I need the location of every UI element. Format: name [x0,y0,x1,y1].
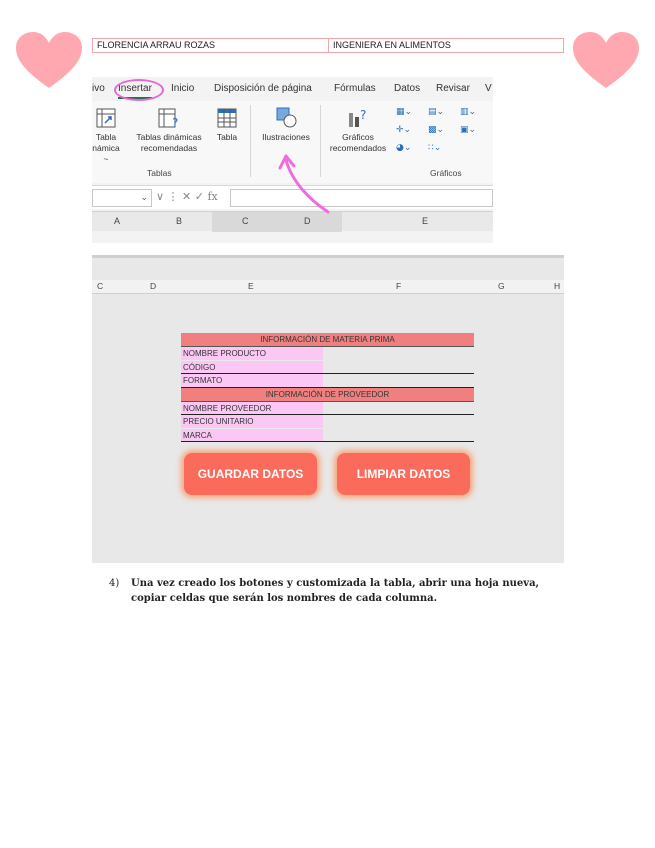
save-data-button[interactable]: GUARDAR DATOS [184,453,317,495]
row-label: CÓDIGO [181,360,323,373]
column-header[interactable]: C [97,281,103,291]
table-button[interactable]: Tabla [212,107,242,143]
column-header[interactable]: C [242,216,249,226]
row-label: MARCA [181,428,323,441]
row-value-cell[interactable] [323,415,474,428]
column-header[interactable]: E [422,216,428,226]
row-value-cell[interactable] [323,347,474,360]
column-header[interactable]: H [554,281,560,291]
tab-archivo[interactable]: ivo [92,83,105,94]
table-row: MARCA [181,428,474,442]
svg-text:?: ? [172,116,178,129]
column-header[interactable]: D [150,281,156,291]
group-separator [250,105,251,177]
svg-text:?: ? [360,108,366,122]
recommended-pivot-label-1: Tablas dinámicas [136,132,202,142]
row-label: FORMATO [181,374,323,387]
table-row: NOMBRE PROVEEDOR [181,401,474,415]
row-value-cell[interactable] [323,374,474,387]
illustrations-icon [276,107,297,128]
pivot-table-label-1: Tabla [95,132,117,142]
waterfall-chart-icon[interactable]: ▥⌄ [460,107,476,117]
section-header-proveedor: INFORMACIÓN DE PROVEEDOR [181,387,474,402]
line-chart-icon[interactable]: ✛⌄ [396,125,411,135]
excel-sheet-screenshot: C D E F G H INFORMACIÓN DE MATERIA PRIMA… [92,255,564,563]
highlight-circle [114,79,164,101]
column-header[interactable]: F [396,281,401,291]
illustrations-button[interactable]: Ilustraciones [256,107,316,143]
pivot-table-label-2: námica ~ [92,143,120,164]
clear-data-button[interactable]: LIMPIAR DATOS [337,453,470,495]
recommended-pivot-button[interactable]: ? Tablas dinámicas recomendadas [132,107,206,154]
data-form-table: INFORMACIÓN DE MATERIA PRIMA NOMBRE PROD… [181,333,474,442]
heart-left-icon [16,32,82,88]
table-row: PRECIO UNITARIO [181,415,474,429]
recommended-charts-icon: ? [349,108,366,127]
table-label: Tabla [216,132,238,142]
column-header[interactable]: A [114,216,120,226]
author-name: FLORENCIA ARRAU ROZAS [93,39,329,52]
hierarchy-chart-icon[interactable]: ▤⌄ [428,107,444,117]
name-box[interactable]: ⌄ [92,189,152,207]
sheet-column-headers: C D E F G H [92,280,564,294]
column-header[interactable]: B [176,216,182,226]
formula-controls: ∨ ⋮ ✕ ✓ fx [156,190,218,203]
combo-chart-icon[interactable]: ▣⌄ [460,125,476,135]
tab-datos[interactable]: Datos [394,83,420,94]
step-text: Una vez creado los botones y customizada… [131,578,540,604]
table-row: FORMATO [181,374,474,388]
table-row: CÓDIGO [181,360,474,374]
row-label: NOMBRE PRODUCTO [181,347,323,360]
pivot-table-icon [96,108,116,128]
row-label: NOMBRE PROVEEDOR [181,401,323,414]
column-header[interactable]: G [498,281,505,291]
row-value-cell[interactable] [323,360,474,373]
table-icon [217,108,237,128]
statistic-chart-icon[interactable]: ▩⌄ [428,125,444,135]
scatter-chart-icon[interactable]: ∷⌄ [428,143,441,153]
step-number: 4) [109,578,120,589]
tab-inicio[interactable]: Inicio [171,83,194,94]
ribbon-tabs: ivo Insertar Inicio Disposición de págin… [92,77,493,101]
recommended-charts-button[interactable]: ? Gráficos recomendados [324,107,392,154]
group-label-tablas: Tablas [147,168,172,178]
tab-formulas[interactable]: Fórmulas [334,83,376,94]
column-chart-icon[interactable]: ▦⌄ [396,107,412,117]
career-name: INGENIERA EN ALIMENTOS [333,40,451,50]
pie-chart-icon[interactable]: ◕⌄ [396,143,411,153]
pointer-arrow-icon [278,154,330,214]
pivot-table-button[interactable]: Tabla námica ~ [92,107,120,165]
recommended-pivot-label-2: recomendadas [140,143,198,153]
row-value-cell[interactable] [323,428,474,441]
recommended-charts-label-1: Gráficos [342,132,374,142]
illustrations-label: Ilustraciones [262,132,310,142]
heart-right-icon [573,32,639,88]
table-row: NOMBRE PRODUCTO [181,347,474,361]
tab-revisar[interactable]: Revisar [436,83,470,94]
group-label-graficos: Gráficos [430,168,462,178]
recommended-pivot-icon: ? [158,108,178,129]
section-header-materia-prima: INFORMACIÓN DE MATERIA PRIMA [181,333,474,347]
tab-disposicion[interactable]: Disposición de página [214,83,312,94]
tab-vista[interactable]: V [485,83,492,94]
row-label: PRECIO UNITARIO [181,415,323,428]
document-header: FLORENCIA ARRAU ROZAS INGENIERA EN ALIME… [92,38,564,53]
column-header[interactable]: E [248,281,254,291]
row-value-cell[interactable] [323,401,474,414]
